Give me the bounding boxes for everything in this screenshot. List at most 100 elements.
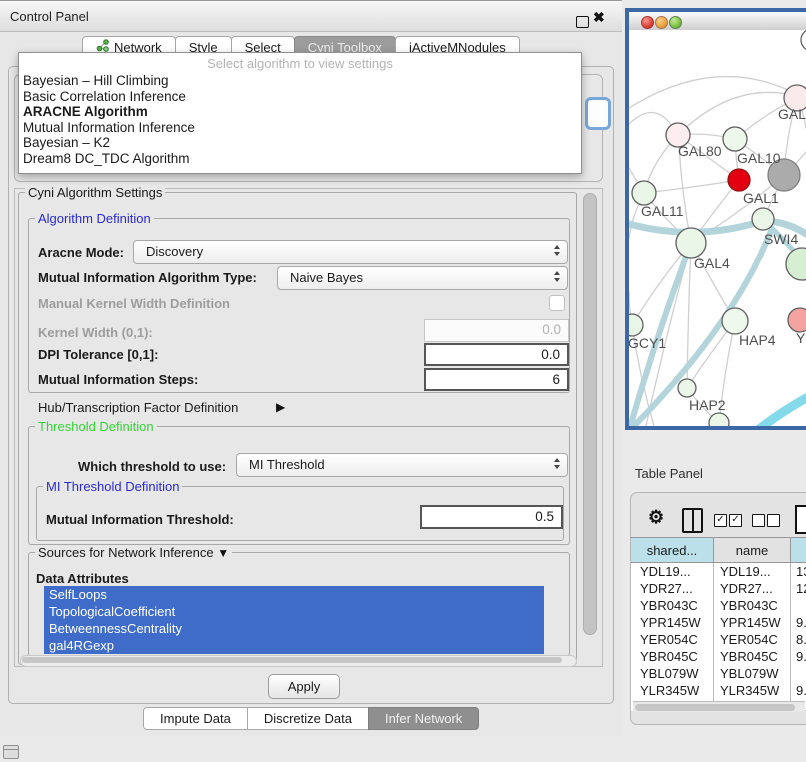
table-row[interactable]: YBR043CYBR043C <box>631 597 806 614</box>
bottom-tab-impute-data[interactable]: Impute Data <box>143 707 248 730</box>
bottom-tab-infer-network[interactable]: Infer Network <box>368 707 479 730</box>
mi-threshold-definition-legend: MI Threshold Definition <box>43 479 182 494</box>
zoom-traffic-light-icon[interactable] <box>669 16 682 29</box>
attribute-selfloops[interactable]: SelfLoops <box>44 586 544 603</box>
algorithm-option-basic-correlation-inference[interactable]: Basic Correlation Inference <box>19 89 581 105</box>
algorithm-option-bayesian-hill-climbing[interactable]: Bayesian – Hill Climbing <box>19 73 581 89</box>
network-window-titlebar <box>629 12 806 31</box>
table-row[interactable]: YBL079WYBL079W <box>631 665 806 682</box>
network-edge[interactable] <box>758 398 806 426</box>
table-cell: YDL19... <box>714 563 791 581</box>
settings-vertical-scrollbar[interactable] <box>583 193 597 635</box>
algorithm-option-aracne-algorithm[interactable]: ARACNE Algorithm <box>19 104 581 120</box>
network-node-gal11[interactable] <box>632 181 656 205</box>
mi-threshold-value: 0.5 <box>535 509 554 524</box>
column-header-name[interactable]: name <box>714 538 791 563</box>
algorithm-option-dream8-dc-tdc-algorithm[interactable]: Dream8 DC_TDC Algorithm <box>19 151 581 167</box>
bottom-tab-discretize-data[interactable]: Discretize Data <box>247 707 369 730</box>
network-node-hap4[interactable] <box>722 308 748 334</box>
node-label-gal4: GAL4 <box>694 255 730 271</box>
dpi-tolerance-field[interactable]: 0.0 <box>424 343 569 366</box>
select-all-checkbox-icon[interactable]: ✓ <box>729 514 742 527</box>
dpi-tolerance-value: 0.0 <box>541 347 560 362</box>
kernel-width-value: 0.0 <box>542 322 561 337</box>
network-node[interactable] <box>709 413 729 426</box>
deselect-all-checkbox-icon[interactable] <box>767 514 780 527</box>
table-cell: YLR345W <box>714 682 791 699</box>
attribute-gal4rgexp[interactable]: gal4RGexp <box>44 637 544 654</box>
apply-button[interactable]: Apply <box>268 674 340 699</box>
node-table: shared...nameA YDL19...YDL19...13YDR27..… <box>631 537 806 711</box>
network-node[interactable] <box>801 30 806 51</box>
node-label-gal11: GAL11 <box>641 203 684 219</box>
network-node-gal10[interactable] <box>723 127 747 151</box>
node-label-gal80: GAL80 <box>678 143 722 159</box>
focused-combo-button[interactable] <box>585 97 611 130</box>
select-all-checkbox-icon[interactable]: ✓ <box>714 514 727 527</box>
network-edge[interactable] <box>629 112 672 126</box>
table-cell: YLR345W <box>631 682 714 699</box>
table-row[interactable]: YBR045CYBR045C9. <box>631 648 806 665</box>
close-traffic-light-icon[interactable] <box>641 16 654 29</box>
mi-steps-value: 6 <box>552 372 560 387</box>
network-node[interactable] <box>786 248 806 280</box>
table-row[interactable]: YDL19...YDL19...13 <box>631 563 806 581</box>
settings-horizontal-scrollbar[interactable] <box>20 655 577 667</box>
table-cell: 9. <box>791 682 806 699</box>
node-table-grid: shared...nameA YDL19...YDL19...13YDR27..… <box>631 537 806 711</box>
column-header-shared[interactable]: shared... <box>631 538 714 563</box>
network-node-swi4[interactable] <box>752 208 774 230</box>
node-label-gal1: GAL1 <box>743 190 779 206</box>
algorithm-option-mutual-information-inference[interactable]: Mutual Information Inference <box>19 120 581 136</box>
deselect-all-checkbox-icon[interactable] <box>752 514 765 527</box>
algorithm-option-bayesian-k2[interactable]: Bayesian – K2 <box>19 135 581 151</box>
control-panel-title: Control Panel <box>10 9 89 24</box>
kernel-width-field[interactable]: 0.0 <box>424 319 569 342</box>
mi-algorithm-type-select[interactable]: Naive Bayes <box>277 266 568 290</box>
attribute-betweennesscentrality[interactable]: BetweennessCentrality <box>44 620 544 637</box>
which-threshold-label: Which threshold to use: <box>78 459 226 474</box>
which-threshold-select[interactable]: MI Threshold <box>236 453 568 477</box>
table-row[interactable]: YDR27...YDR27...12 <box>631 580 806 597</box>
algorithm-definition-legend: Algorithm Definition <box>35 211 154 226</box>
network-node-gcy1[interactable] <box>629 314 643 336</box>
algorithm-option-list: Bayesian – Hill ClimbingBasic Correlatio… <box>19 73 581 167</box>
mi-steps-field[interactable]: 6 <box>424 368 569 391</box>
table-horizontal-scrollbar[interactable] <box>633 701 805 712</box>
table-row[interactable]: YER054CYER054C8. <box>631 631 806 648</box>
bottom-tabs: Impute DataDiscretize DataInfer Network <box>144 707 479 730</box>
network-node-gal4[interactable] <box>676 228 706 258</box>
table-cell: YBR043C <box>631 597 714 614</box>
table-row[interactable]: YLR345WYLR345W9. <box>631 682 806 699</box>
collapsed-arrow-icon[interactable]: ▶ <box>276 400 285 414</box>
network-edge[interactable] <box>644 180 739 193</box>
network-node-y[interactable] <box>788 308 806 332</box>
minimize-traffic-light-icon[interactable] <box>655 16 668 29</box>
manual-kernel-width-checkbox[interactable] <box>549 295 565 311</box>
table-row[interactable]: YPR145WYPR145W9. <box>631 614 806 631</box>
combo-stepper-icon <box>554 458 560 469</box>
gear-icon[interactable]: ⚙ <box>648 507 664 528</box>
attribute-topologicalcoefficient[interactable]: TopologicalCoefficient <box>44 603 544 620</box>
table-cell: YPR145W <box>631 614 714 631</box>
table-header-row: shared...nameA <box>631 538 806 563</box>
network-node-gal1[interactable] <box>728 169 750 191</box>
close-icon[interactable]: ✖ <box>593 9 605 26</box>
restore-panel-icon[interactable] <box>3 745 19 759</box>
table-cell: 13 <box>791 563 806 581</box>
hub-definition-label[interactable]: Hub/Transcription Factor Definition <box>38 400 238 415</box>
column-header-a[interactable]: A <box>791 538 806 563</box>
table-cell: YBR043C <box>714 597 791 614</box>
cyni-algorithm-settings-legend: Cyni Algorithm Settings <box>25 185 165 200</box>
table-cell: YBL079W <box>631 665 714 682</box>
float-window-icon[interactable] <box>576 16 589 28</box>
mi-threshold-field[interactable]: 0.5 <box>420 505 563 529</box>
node-label-gal10: GAL10 <box>737 150 781 166</box>
network-node-hap2[interactable] <box>678 379 696 397</box>
page-icon[interactable] <box>795 505 806 534</box>
network-canvas[interactable]: GALGAL80GAL10GAL1GAL11SWI4GAL4GCY1HAP4YH… <box>629 30 806 426</box>
split-columns-icon[interactable] <box>682 508 703 533</box>
aracne-mode-select[interactable]: Discovery <box>133 240 568 264</box>
node-label-gal: GAL <box>778 106 806 122</box>
expanded-arrow-icon[interactable]: ▼ <box>217 546 229 560</box>
